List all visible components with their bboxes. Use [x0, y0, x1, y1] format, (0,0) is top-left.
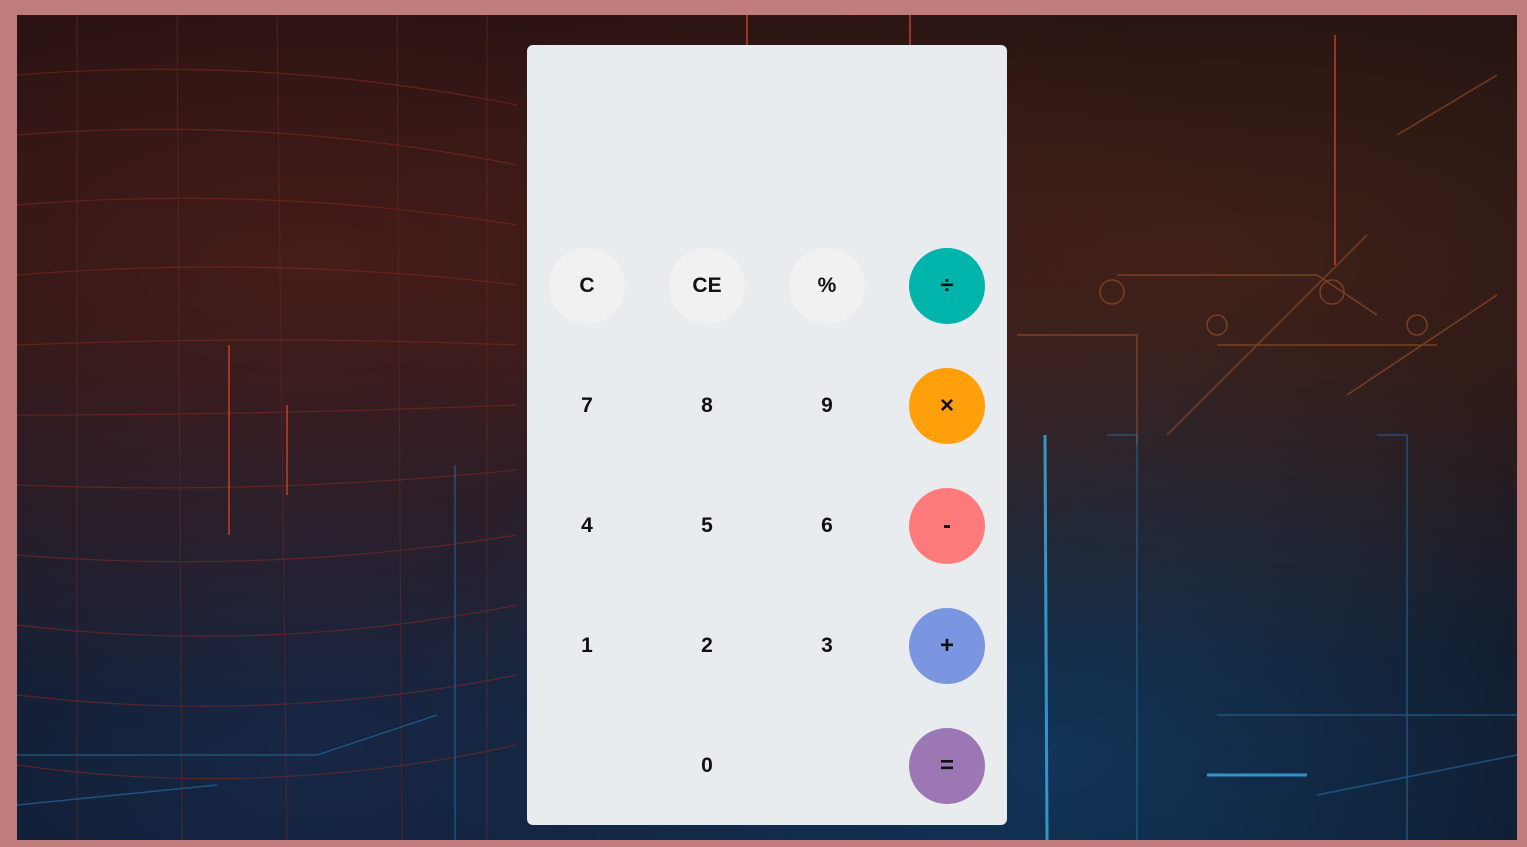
digit-4-button[interactable]: 4	[549, 488, 625, 564]
digit-3-button[interactable]: 3	[789, 608, 865, 684]
add-button[interactable]: +	[909, 608, 985, 684]
digit-9-button[interactable]: 9	[789, 368, 865, 444]
digit-7-button[interactable]: 7	[549, 368, 625, 444]
digit-8-button[interactable]: 8	[669, 368, 745, 444]
clear-button[interactable]: C	[549, 248, 625, 324]
percent-button[interactable]: %	[789, 248, 865, 324]
calculator: C CE % ÷ 7 8 9 × 4 5 6 - 1 2 3 + 0 =	[527, 45, 1007, 825]
multiply-button[interactable]: ×	[909, 368, 985, 444]
subtract-button[interactable]: -	[909, 488, 985, 564]
digit-6-button[interactable]: 6	[789, 488, 865, 564]
equals-button[interactable]: =	[909, 728, 985, 804]
digit-2-button[interactable]: 2	[669, 608, 745, 684]
digit-5-button[interactable]: 5	[669, 488, 745, 564]
divide-button[interactable]: ÷	[909, 248, 985, 324]
digit-1-button[interactable]: 1	[549, 608, 625, 684]
clear-entry-button[interactable]: CE	[669, 248, 745, 324]
digit-0-button[interactable]: 0	[669, 728, 745, 804]
calculator-display	[527, 45, 1007, 235]
